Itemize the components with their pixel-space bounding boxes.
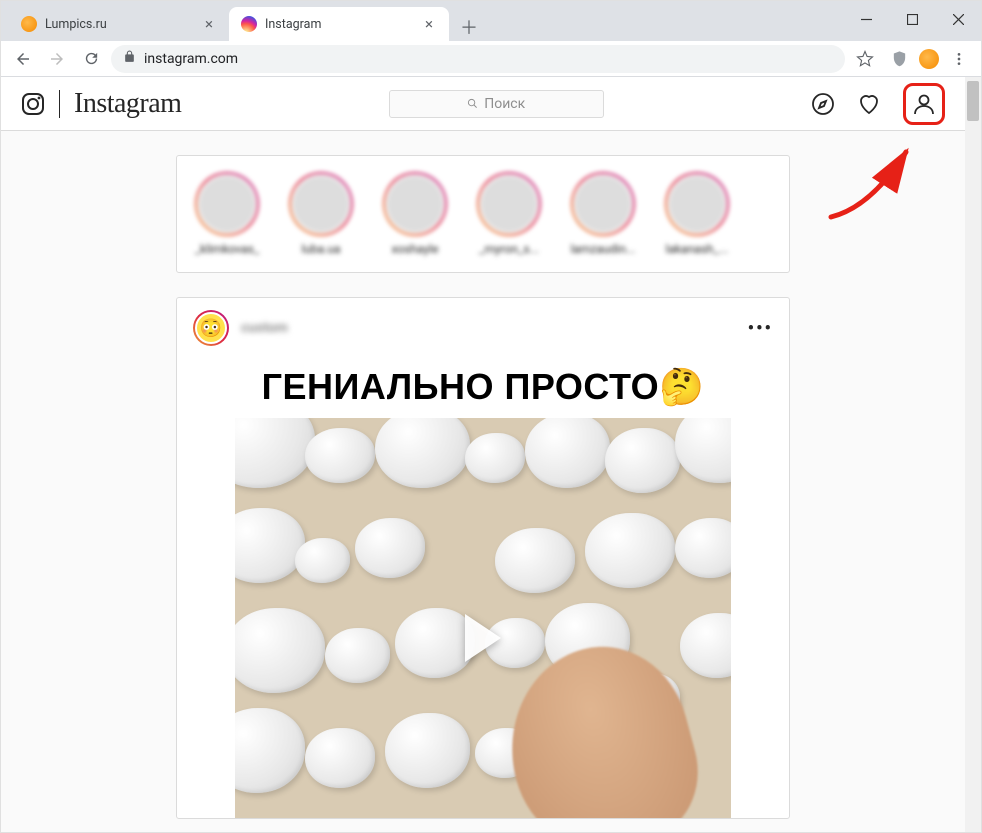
feed: _klimkovas_ luba.ua xoshayle _myron_s...… bbox=[176, 155, 790, 819]
post-more-button[interactable]: ••• bbox=[748, 318, 773, 339]
post-caption-overlay: ГЕНИАЛЬНО ПРОСТО🤔 bbox=[177, 358, 789, 418]
instagram-wordmark: Instagram bbox=[74, 88, 181, 120]
post-username[interactable]: custom bbox=[241, 320, 288, 336]
explore-icon[interactable] bbox=[811, 92, 835, 116]
story-item[interactable]: xoshayle bbox=[375, 172, 455, 256]
browser-window: Lumpics.ru × Instagram × ＋ instagram.com bbox=[0, 0, 982, 833]
scrollbar[interactable] bbox=[965, 77, 981, 832]
profile-avatar-chrome[interactable] bbox=[919, 49, 939, 69]
post-header: 😳 custom ••• bbox=[177, 298, 789, 358]
page-content: Instagram Поиск bbox=[1, 77, 981, 832]
post-media[interactable] bbox=[235, 418, 731, 818]
story-item[interactable]: _myron_s... bbox=[469, 172, 549, 256]
tab-title: Instagram bbox=[265, 17, 321, 32]
instagram-nav bbox=[811, 83, 945, 125]
browser-tab-instagram[interactable]: Instagram × bbox=[229, 7, 449, 41]
story-item[interactable]: lakanash_... bbox=[657, 172, 737, 256]
annotation-arrow bbox=[821, 137, 931, 227]
window-controls bbox=[843, 1, 981, 37]
back-button[interactable] bbox=[9, 45, 37, 73]
close-window-button[interactable] bbox=[935, 1, 981, 37]
heart-icon[interactable] bbox=[857, 92, 881, 116]
bookmark-star-icon[interactable] bbox=[851, 45, 879, 73]
close-tab-icon[interactable]: × bbox=[421, 16, 437, 32]
favicon-instagram bbox=[241, 16, 257, 32]
instagram-header: Instagram Поиск bbox=[1, 77, 965, 131]
search-input[interactable]: Поиск bbox=[389, 90, 604, 118]
tab-bar: Lumpics.ru × Instagram × ＋ bbox=[1, 1, 981, 41]
favicon-lumpics bbox=[21, 16, 37, 32]
reload-button[interactable] bbox=[77, 45, 105, 73]
chrome-menu-button[interactable] bbox=[945, 45, 973, 73]
close-tab-icon[interactable]: × bbox=[201, 16, 217, 32]
stories-tray[interactable]: _klimkovas_ luba.ua xoshayle _myron_s...… bbox=[176, 155, 790, 273]
search-icon bbox=[467, 98, 478, 109]
tab-title: Lumpics.ru bbox=[45, 17, 107, 32]
maximize-button[interactable] bbox=[889, 1, 935, 37]
forward-button[interactable] bbox=[43, 45, 71, 73]
minimize-button[interactable] bbox=[843, 1, 889, 37]
new-tab-button[interactable]: ＋ bbox=[455, 13, 483, 41]
story-item[interactable]: luba.ua bbox=[281, 172, 361, 256]
profile-icon[interactable] bbox=[912, 92, 936, 116]
lock-icon bbox=[123, 50, 136, 67]
camera-icon bbox=[21, 92, 45, 116]
post-card: 😳 custom ••• ГЕНИАЛЬНО ПРОСТО🤔 bbox=[176, 297, 790, 819]
page-viewport: Instagram Поиск bbox=[1, 77, 981, 832]
post-author-avatar[interactable]: 😳 bbox=[193, 310, 229, 346]
story-item[interactable]: _klimkovas_ bbox=[187, 172, 267, 256]
instagram-logo-group[interactable]: Instagram bbox=[21, 88, 181, 120]
extensions-shield-icon[interactable] bbox=[885, 45, 913, 73]
address-bar: instagram.com bbox=[1, 41, 981, 77]
search-placeholder: Поиск bbox=[484, 96, 525, 112]
url-text: instagram.com bbox=[144, 51, 238, 67]
omnibox[interactable]: instagram.com bbox=[111, 45, 845, 73]
story-item[interactable]: lamzaudin... bbox=[563, 172, 643, 256]
logo-divider bbox=[59, 90, 60, 118]
play-icon[interactable] bbox=[465, 614, 501, 662]
profile-button-highlight bbox=[903, 83, 945, 125]
scrollbar-thumb[interactable] bbox=[967, 81, 979, 121]
browser-tab-lumpics[interactable]: Lumpics.ru × bbox=[9, 7, 229, 41]
